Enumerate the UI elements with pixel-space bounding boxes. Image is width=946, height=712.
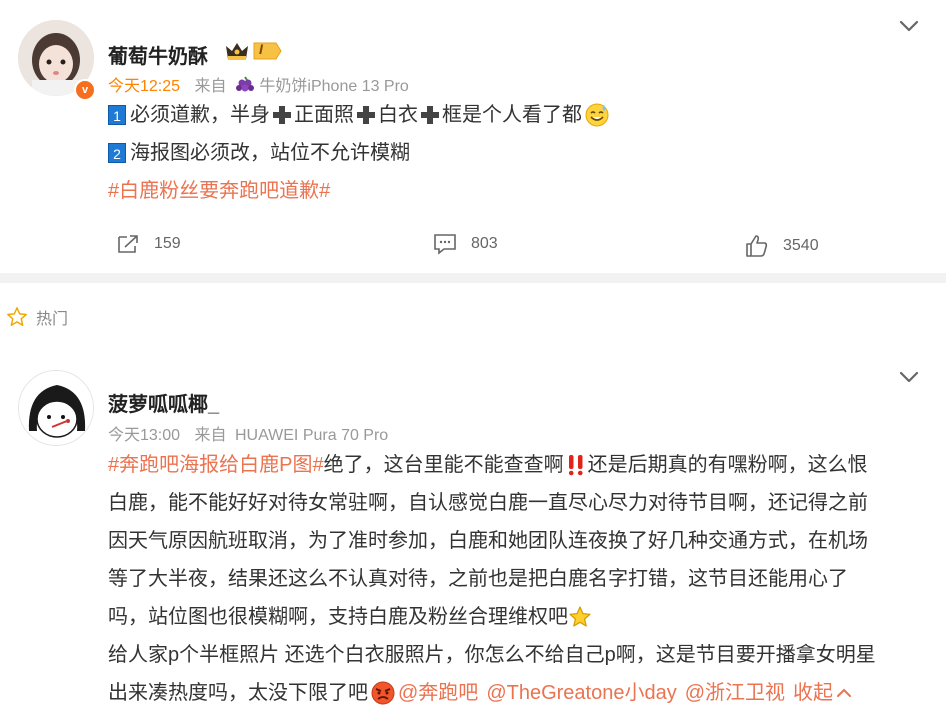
share-icon [118,235,138,253]
text-segment: 白衣 [378,104,418,126]
keycap-2: 2 [108,143,126,163]
text-segment: 绝了，这台里能不能查查啊 [323,454,564,476]
post-1: v 葡萄牛奶酥 I 今天12:25 来自 牛奶饼iPhone 13 Pro 1 … [0,0,946,273]
content-line: #白鹿粉丝要奔跑吧道歉# [108,172,610,210]
avatar[interactable] [18,370,94,446]
text-segment: 还是后期真的有嘿粉啊，这么恨 [587,454,868,476]
angry-face-icon [371,681,395,705]
comment-button[interactable]: 803 [433,233,498,255]
text-segment: 海报图必须改，站位不允许模糊 [130,142,410,164]
content-line: 2 海报图必须改，站位不允许模糊 [108,134,610,172]
content-line: 1 必须道歉，半身 正面照 白衣 框是个人看了都 [108,96,610,134]
content-line: #奔跑吧海报给白鹿P图# 绝了，这台里能不能查查啊 还是后期真的有嘿粉啊，这么恨 [108,446,876,484]
hot-section-header: 热门 [6,305,68,329]
grape-icon [235,76,254,92]
hot-label: 热门 [36,311,69,328]
post-time[interactable]: 今天13:00 [108,427,180,444]
source-client[interactable]: 牛奶饼iPhone 13 Pro [259,78,408,95]
chevron-up-icon [837,688,852,697]
hashtag-link[interactable]: #白鹿粉丝要奔跑吧道歉# [108,172,330,210]
plus-icon [357,106,375,124]
keycap-1: 1 [108,105,126,125]
username[interactable]: 菠萝呱呱椰_ [108,388,219,417]
chevron-down-icon[interactable] [896,16,922,36]
plus-icon [273,106,291,124]
double-exclamation-icon [568,455,583,476]
plus-icon [421,106,439,124]
post-time[interactable]: 今天12:25 [108,78,180,95]
vip-badge[interactable]: I [224,40,282,62]
star-outline-icon [7,307,27,326]
post-meta: 今天13:00 来自 HUAWEI Pura 70 Pro [108,421,388,445]
text-segment: 吗，站位图也很模糊啊，支持白鹿及粉丝合理维权吧 [108,606,568,628]
content-line: 等了大半夜，结果还这么不认真对待，之前也是把白鹿名字打错，这节目还能用心了 [108,568,848,590]
content-line: 吗，站位图也很模糊啊，支持白鹿及粉丝合理维权吧 [108,598,876,636]
like-count: 3540 [783,237,819,254]
mention-link[interactable]: @浙江卫视 [685,674,785,712]
text-segment: 框是个人看了都 [442,104,582,126]
content-line: 因天气原因航班取消，为了准时参加，白鹿和她团队连夜换了好几种交通方式，在机场 [108,530,868,552]
post-content: #奔跑吧海报给白鹿P图# 绝了，这台里能不能查查啊 还是后期真的有嘿粉啊，这么恨… [108,446,876,712]
vip-level: I [259,41,263,57]
collapse-button[interactable]: 收起 [793,674,853,712]
chevron-down-icon[interactable] [896,367,922,387]
content-line: 白鹿，能不能好好对待女常驻啊，自认感觉白鹿一直尽心尽力对待节目啊，还记得之前 [108,492,868,514]
repost-button[interactable]: 159 [116,233,181,255]
mention-link[interactable]: @奔跑吧 [398,674,478,712]
verified-badge: v [74,79,96,101]
crown-icon [226,42,282,60]
source-client[interactable]: HUAWEI Pura 70 Pro [235,427,388,444]
sweat-smile-emoji-icon [585,103,609,127]
like-button[interactable]: 3540 [745,234,819,258]
collapse-label: 收起 [793,682,834,704]
source-prefix: 来自 [194,427,227,444]
avatar-image [19,371,93,445]
repost-count: 159 [154,235,181,252]
username[interactable]: 葡萄牛奶酥 [108,40,208,69]
thumbs-up-icon [746,235,768,257]
text-segment: 正面照 [294,104,354,126]
hashtag-link[interactable]: #奔跑吧海报给白鹿P图# [108,446,324,484]
post-content: 1 必须道歉，半身 正面照 白衣 框是个人看了都 2 海报图必须改，站位不允许模… [108,96,610,210]
text-segment: 必须道歉，半身 [130,104,270,126]
section-divider [0,273,946,283]
content-line: 给人家p个半框照片 还选个白衣服照片，你怎么不给自己p啊，这是节目要开播拿女明星 [108,644,876,666]
source-prefix: 来自 [194,78,227,95]
text-segment: 出来凑热度吗，太没下限了吧 [108,682,368,704]
content-line: 出来凑热度吗，太没下限了吧 @奔跑吧 @TheGreatone小day @浙江卫… [108,674,876,712]
mention-link[interactable]: @TheGreatone小day [486,674,676,712]
comment-count: 803 [471,235,498,252]
post-meta: 今天12:25 来自 牛奶饼iPhone 13 Pro [108,72,409,96]
star-icon [569,606,591,627]
post-2: 菠萝呱呱椰_ 今天13:00 来自 HUAWEI Pura 70 Pro #奔跑… [0,350,946,712]
comment-icon [434,234,456,255]
